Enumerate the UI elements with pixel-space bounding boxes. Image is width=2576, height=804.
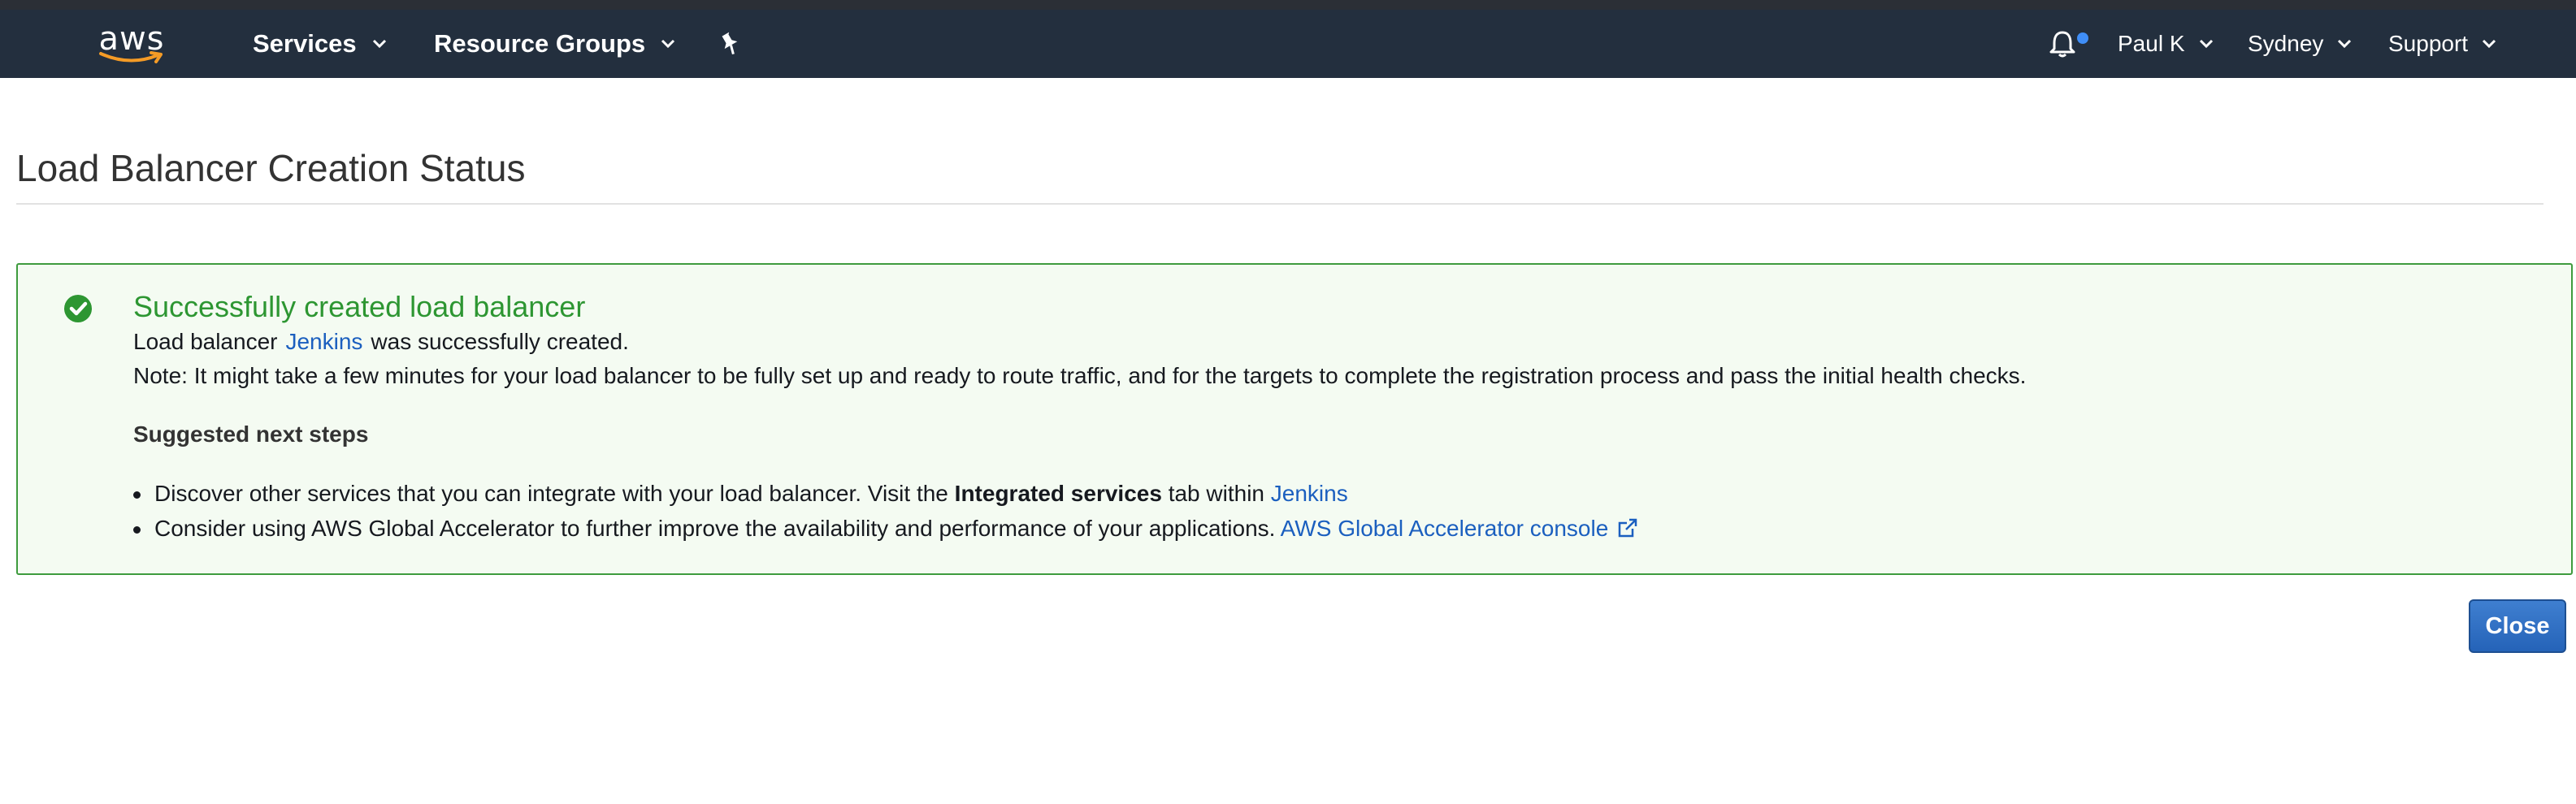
support-menu[interactable]: Support [2388, 10, 2497, 78]
creation-message: Load balancer Jenkins was successfully cre… [133, 325, 2539, 359]
alert-title: Successfully created load balancer [133, 290, 586, 323]
next-steps-heading: Suggested next steps [133, 421, 369, 447]
user-name: Paul K [2118, 31, 2185, 56]
step2-text: Consider using AWS Global Accelerator to… [154, 516, 1276, 541]
pin-button[interactable] [718, 10, 741, 78]
aws-logo[interactable]: aws [96, 21, 167, 67]
step1-middle: tab within [1168, 481, 1264, 506]
chevron-down-icon [372, 39, 386, 49]
note-text: Note: It might take a few minutes for yo… [133, 363, 2027, 388]
close-button[interactable]: Close [2469, 599, 2566, 653]
resource-groups-label: Resource Groups [434, 29, 646, 58]
account-menu[interactable]: Paul K [2118, 10, 2214, 78]
step1-prefix: Discover other services that you can int… [154, 481, 948, 506]
top-navigation-bar: aws Services Resource Groups Paul K Sydn… [0, 10, 2576, 78]
pin-icon [722, 32, 738, 55]
creation-suffix: was successfully created. [371, 329, 629, 354]
services-menu[interactable]: Services [253, 10, 388, 78]
region-name: Sydney [2248, 31, 2324, 56]
load-balancer-link[interactable]: Jenkins [285, 329, 362, 354]
support-label: Support [2388, 31, 2469, 56]
page-title: Load Balancer Creation Status [16, 147, 526, 189]
notifications-button[interactable] [2046, 10, 2088, 78]
success-alert: Successfully created load balancer Load … [16, 263, 2573, 575]
region-menu[interactable]: Sydney [2248, 10, 2353, 78]
bell-icon [2049, 31, 2075, 58]
chevron-down-icon [2483, 39, 2496, 49]
alert-body: Successfully created load balancer Load … [133, 289, 2539, 546]
title-divider [16, 203, 2543, 205]
resource-groups-menu[interactable]: Resource Groups [434, 10, 676, 78]
integrated-services-text: Integrated services [954, 481, 1162, 506]
chevron-down-icon [2338, 39, 2352, 49]
global-accelerator-link-label: AWS Global Accelerator console [1280, 516, 1609, 541]
list-item: Discover other services that you can int… [133, 476, 2539, 511]
integrated-services-link[interactable]: Jenkins [1271, 481, 1348, 506]
external-link-icon [1619, 518, 1637, 538]
list-item: Consider using AWS Global Accelerator to… [133, 511, 2539, 546]
chevron-down-icon [2199, 39, 2213, 49]
notification-dot [2077, 32, 2088, 44]
global-accelerator-link[interactable]: AWS Global Accelerator console [1281, 516, 1640, 541]
creation-prefix: Load balancer [133, 329, 278, 354]
top-strip [0, 0, 2576, 10]
aws-smile-icon [99, 51, 163, 63]
check-circle-icon [64, 295, 92, 322]
next-steps-list: Discover other services that you can int… [133, 476, 2539, 546]
services-label: Services [253, 29, 357, 58]
chevron-down-icon [661, 39, 675, 49]
